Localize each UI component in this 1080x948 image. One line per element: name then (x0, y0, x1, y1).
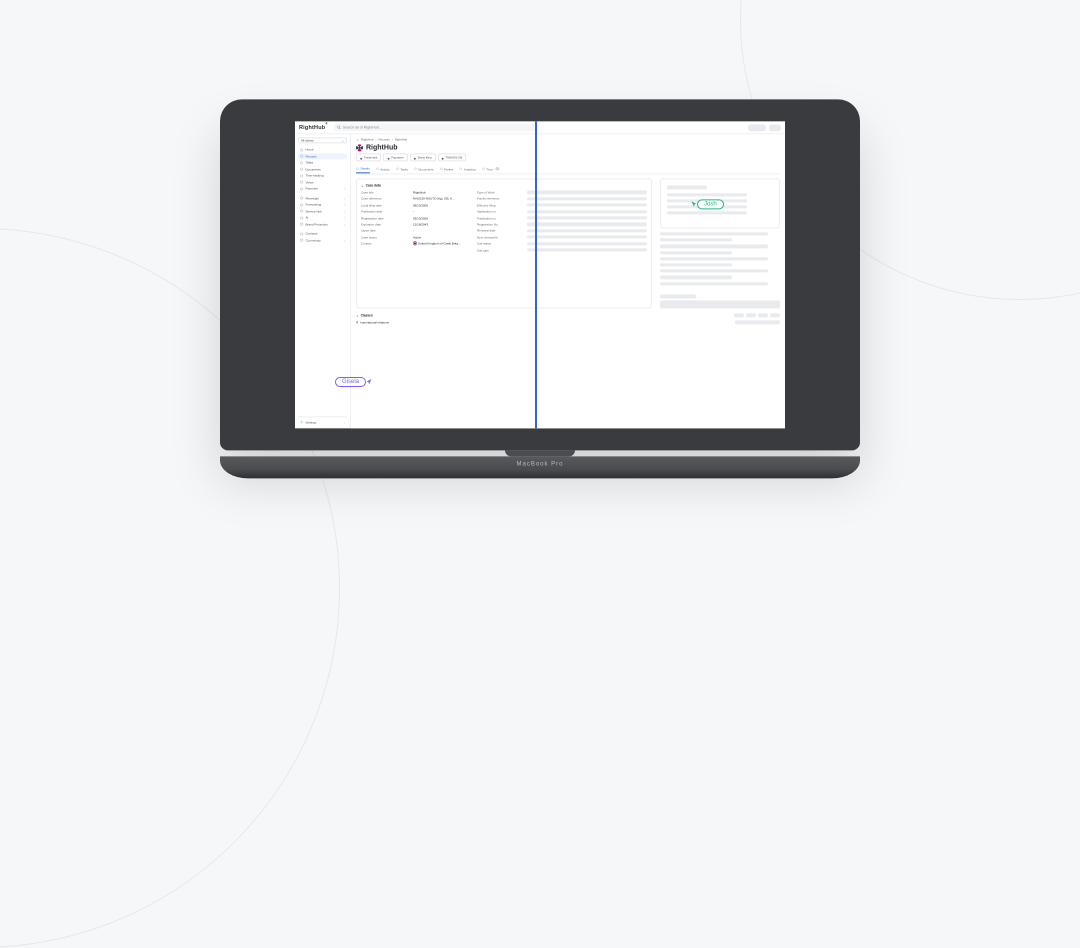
field-value: United Kingdom of Great Brita... (413, 241, 473, 245)
field-value: RightHub (413, 190, 473, 194)
sidebar-item-home[interactable]: Home (298, 146, 347, 153)
field-label: Publication no (477, 216, 523, 220)
tab-tasks[interactable]: Tasks (396, 164, 408, 173)
sidebar-item-time-tracking[interactable]: Time-tracking (298, 172, 347, 179)
uk-flag-icon (356, 144, 363, 151)
divider-line (535, 121, 537, 428)
chevron-down-icon[interactable]: ⌄ (361, 183, 364, 187)
field-label: Application no (477, 210, 523, 214)
case-data-card: ⌄ Case data Case titleRightHubType of Wo… (356, 178, 652, 308)
field-label: Sub status (477, 242, 523, 246)
field-label: Registration No (477, 222, 523, 226)
chip-figurative[interactable]: ◆Figurative (383, 153, 407, 161)
topbar: RightHub® Search all of RightHub... (295, 121, 785, 134)
field-value: M-00130-NUUTO (fig), GB, K... (413, 197, 473, 201)
field-label: Type of Work (477, 190, 523, 194)
sidebar-item-forecasting[interactable]: Forecasting› (298, 201, 347, 208)
field-value: - (413, 210, 473, 214)
sidebar-item-tasks[interactable]: Tasks (298, 159, 347, 166)
field-label: Case status (361, 235, 409, 239)
breadcrumb: RightHub› Records› RightHub (356, 137, 780, 141)
field-label: Lapse date (361, 229, 409, 233)
field-label: Case title (361, 190, 409, 194)
back-icon[interactable] (356, 138, 359, 141)
search-icon (337, 125, 341, 129)
tab-details[interactable]: Details (356, 164, 370, 173)
field-label: Family reference (477, 197, 523, 201)
field-value: 12/18/2043 (413, 222, 473, 226)
collab-cursor-gisela: Gisela (335, 377, 373, 387)
field-label: Country (361, 242, 409, 246)
chip-tm00031-gb[interactable]: ◆TM00031-GB (438, 153, 467, 161)
field-value: Active (413, 235, 473, 239)
field-label: Case reference (361, 197, 409, 201)
field-label: Expiration date (361, 222, 409, 226)
field-label: Effective filing (477, 203, 523, 207)
chevron-right-icon: › (344, 420, 345, 424)
tab-time[interactable]: Time23 (482, 164, 500, 173)
field-value: 09/13/2005 (413, 203, 473, 207)
tab-parties[interactable]: Parties (440, 164, 454, 173)
chevron-down-icon[interactable]: ⌄ (356, 313, 359, 317)
page-title: RightHub (366, 144, 398, 151)
chip-trademark[interactable]: ◆Trademark (356, 153, 381, 161)
gear-icon (300, 420, 304, 424)
main-content: RightHub› Records› RightHub RightHub ◆Tr… (351, 134, 785, 428)
device-label: MacBook Pro (220, 456, 860, 478)
sidebar-item-settings[interactable]: Settings › (298, 419, 347, 426)
chevron-down-icon: ⌄ (341, 138, 344, 142)
tab-activity[interactable]: Activity (376, 164, 390, 173)
tab-documents[interactable]: Documents (414, 164, 434, 173)
brand-logo: RightHub® (299, 123, 328, 131)
field-label: Sub type (477, 248, 523, 252)
field-label: Next renewal fe (477, 235, 523, 239)
field-label: Publication date (361, 210, 409, 214)
chip-direct-filing[interactable]: ◆Direct filing (410, 153, 436, 161)
collab-cursor-josh: Josh (690, 199, 724, 209)
client-selector[interactable]: All clients ⌄ (298, 137, 347, 143)
laptop-mockup: RightHub® Search all of RightHub... (220, 99, 860, 478)
sidebar-item-contacts[interactable]: Contacts (298, 230, 347, 237)
field-label: Registration date (361, 216, 409, 220)
field-label: Local filing date (361, 203, 409, 207)
field-value: - (413, 229, 473, 233)
field-value: 09/13/2005 (413, 216, 473, 220)
link-icon: ⚲ (356, 320, 358, 324)
global-search-input[interactable]: Search all of RightHub... (334, 123, 538, 131)
tab-analytics[interactable]: Analytics (459, 164, 476, 173)
field-label: Renewal date (477, 229, 523, 233)
sidebar-item-ai[interactable]: AI› (298, 214, 347, 221)
